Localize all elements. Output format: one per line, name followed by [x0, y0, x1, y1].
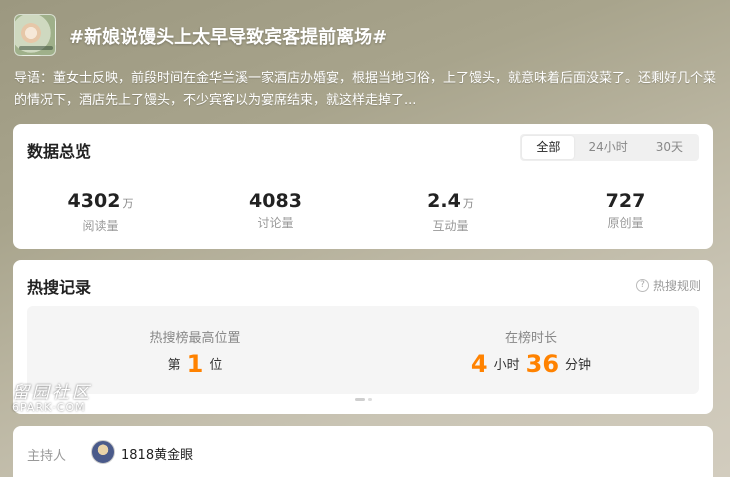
watermark-cn: 留园社区	[12, 383, 92, 403]
stat-discussions: 4083 讨论量	[188, 190, 363, 234]
topic-thumbnail[interactable]	[14, 14, 56, 56]
topic-title: #新娘说馒头上太早导致宾客提前离场#	[69, 27, 388, 48]
topic-header: #新娘说馒头上太早导致宾客提前离场#	[14, 14, 714, 56]
overview-card: 数据总览 全部 24小时 30天 4302 万 阅读量 4083 讨论量 2.4 万…	[13, 124, 713, 249]
pager-dots	[355, 398, 372, 401]
topic-intro: 导语：董女士反映，前段时间在金华兰溪一家酒店办婚宴，根据当地习俗，上了馒头，就意…	[14, 71, 717, 108]
tab-all[interactable]: 全部	[522, 136, 575, 159]
stat-value: 4083	[249, 190, 302, 212]
stat-label: 阅读量	[82, 219, 119, 233]
host-name[interactable]: 1818黄金眼	[121, 444, 193, 463]
stat-reads: 4302 万 阅读量	[13, 190, 188, 234]
host-label: 主持人	[27, 449, 67, 464]
hot-search-title: 热搜记录	[27, 278, 92, 297]
tab-24h[interactable]: 24小时	[574, 136, 641, 159]
stat-label: 讨论量	[257, 216, 294, 230]
overview-title: 数据总览	[27, 142, 92, 161]
question-circle-icon: ?	[635, 279, 649, 292]
pager-dot-active[interactable]	[355, 398, 365, 401]
peak-suffix: 位	[209, 358, 223, 373]
on-list-duration: 在榜时长 4 小时 36 分钟	[363, 306, 699, 394]
range-tabs: 全部 24小时 30天	[520, 134, 699, 161]
stat-label: 互动量	[432, 219, 469, 233]
tab-30d[interactable]: 30天	[642, 136, 697, 159]
hot-search-card: 热搜记录 ? 热搜规则 热搜榜最高位置 第1位 在榜时长 4 小时 36 分钟	[13, 260, 713, 414]
peak-prefix: 第	[167, 358, 181, 373]
hot-search-stats: 热搜榜最高位置 第1位 在榜时长 4 小时 36 分钟	[27, 306, 699, 394]
stat-interactions: 2.4 万 互动量	[363, 190, 538, 234]
duration-minutes: 36	[525, 350, 560, 378]
duration-label: 在榜时长	[504, 331, 557, 346]
hot-search-rules-label: 热搜规则	[652, 279, 701, 293]
stat-originals: 727 原创量	[538, 190, 713, 234]
watermark-en: 6PARK·COM	[12, 401, 86, 414]
avatar[interactable]	[91, 440, 115, 464]
pager-dot[interactable]	[368, 398, 372, 401]
stat-value: 727	[605, 190, 646, 212]
stat-unit: 万	[462, 197, 474, 210]
hot-search-rules-link[interactable]: ? 热搜规则	[635, 277, 701, 294]
peak-position-label: 热搜榜最高位置	[149, 331, 241, 346]
stat-value: 4302	[67, 190, 121, 212]
host-card: 主持人 1818黄金眼	[13, 426, 713, 477]
duration-hours: 4	[470, 350, 488, 378]
site-watermark: 留园社区 6PARK·COM	[12, 378, 92, 414]
hours-unit: 小时	[493, 358, 520, 373]
stat-value: 2.4	[427, 190, 461, 212]
peak-position-value: 1	[186, 350, 204, 378]
minutes-unit: 分钟	[565, 358, 592, 373]
stat-label: 原创量	[607, 216, 644, 230]
stats-row: 4302 万 阅读量 4083 讨论量 2.4 万 互动量 727 原创量	[13, 190, 713, 234]
stat-unit: 万	[122, 197, 134, 210]
